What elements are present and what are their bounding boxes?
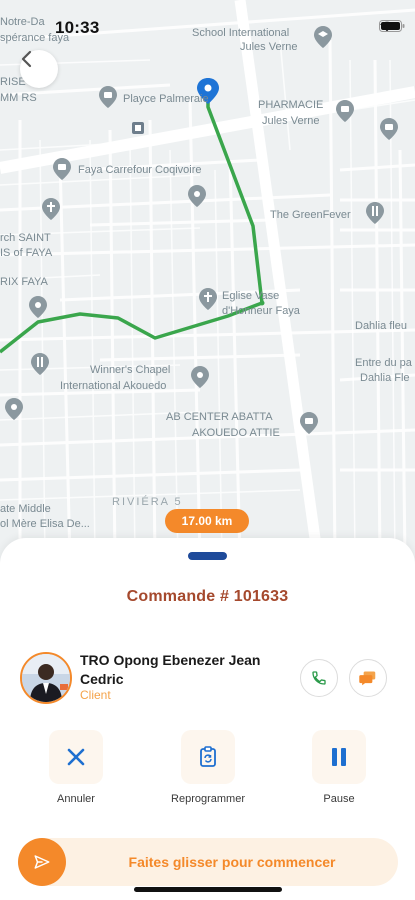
map-label: RIVIÉRA 5 bbox=[112, 496, 183, 508]
home-indicator bbox=[134, 887, 282, 892]
place-poi-icon bbox=[29, 296, 47, 318]
restaurant-poi-icon bbox=[31, 353, 49, 375]
sheet-drag-handle[interactable] bbox=[188, 552, 227, 560]
map-label: Dahlia Fle bbox=[360, 372, 410, 384]
church-poi-icon bbox=[42, 198, 60, 220]
map-label: RIX FAYA bbox=[0, 276, 48, 288]
cancel-label: Annuler bbox=[57, 793, 95, 805]
map-label: Eglise Vase bbox=[222, 290, 280, 302]
pause-action[interactable]: Pause bbox=[294, 730, 384, 805]
reschedule-label: Reprogrammer bbox=[171, 793, 245, 805]
order-bottom-sheet: Commande # 101633 TRO Opong Ebenezer Jea… bbox=[0, 538, 415, 900]
message-client-button[interactable] bbox=[349, 659, 387, 697]
map-label: rch SAINT bbox=[0, 232, 51, 244]
clipboard-refresh-icon bbox=[200, 746, 216, 767]
place-poi-icon bbox=[188, 185, 206, 207]
map-label: IS of FAYA bbox=[0, 247, 53, 259]
map-label: International Akouedo bbox=[60, 380, 167, 392]
distance-badge: 17.00 km bbox=[165, 509, 249, 533]
client-name: TRO Opong Ebenezer Jean Cedric bbox=[80, 652, 261, 687]
map-label: AKOUEDO ATTIE bbox=[192, 427, 280, 439]
map-label: PHARMACIE bbox=[258, 99, 324, 111]
avatar-photo bbox=[22, 654, 70, 702]
status-time: 10:33 bbox=[55, 18, 100, 37]
shop-poi-icon bbox=[53, 158, 71, 180]
map-label: MM RS bbox=[0, 92, 37, 104]
call-client-button[interactable] bbox=[300, 659, 338, 697]
send-icon bbox=[34, 855, 50, 869]
map-label: d'Honneur Faya bbox=[222, 305, 300, 317]
map-label: ol Mère Elisa De... bbox=[0, 518, 90, 530]
map-label: Faya Carrefour Coqivoire bbox=[78, 164, 202, 176]
map-label: Notre-Da bbox=[0, 16, 45, 28]
chevron-left-icon bbox=[21, 50, 32, 68]
back-button[interactable] bbox=[20, 50, 58, 88]
client-role: Client bbox=[80, 688, 111, 702]
place-poi-icon bbox=[191, 366, 209, 388]
map-label: Entre du pa bbox=[355, 357, 412, 369]
reschedule-button[interactable] bbox=[181, 730, 235, 784]
cancel-action[interactable]: Annuler bbox=[31, 730, 121, 805]
order-title: Commande # 101633 bbox=[126, 588, 289, 605]
map-view[interactable]: Notre-Da spérance faya School Internatio… bbox=[0, 0, 415, 560]
phone-icon bbox=[312, 671, 326, 685]
pause-button[interactable] bbox=[312, 730, 366, 784]
pause-icon bbox=[332, 748, 346, 766]
pharmacy-poi-icon bbox=[336, 100, 354, 122]
reschedule-action[interactable]: Reprogrammer bbox=[163, 730, 253, 805]
cancel-button[interactable] bbox=[49, 730, 103, 784]
shop-poi-icon bbox=[380, 118, 398, 140]
map-label: Jules Verne bbox=[240, 41, 298, 53]
church-poi-icon bbox=[199, 288, 217, 310]
map-label: The GreenFever bbox=[270, 209, 351, 221]
map-label: School International bbox=[192, 27, 290, 39]
chat-icon bbox=[359, 671, 376, 686]
map-streets bbox=[0, 0, 415, 560]
restaurant-poi-icon bbox=[366, 202, 384, 224]
slider-knob[interactable] bbox=[18, 838, 66, 886]
map-label: Winner's Chapel bbox=[90, 364, 171, 376]
client-avatar bbox=[20, 652, 72, 704]
map-label: Playce Palmeraie bbox=[123, 93, 209, 105]
battery-icon bbox=[379, 20, 405, 32]
map-label: Jules Verne bbox=[262, 115, 320, 127]
shop-poi-icon bbox=[300, 412, 318, 434]
close-icon bbox=[67, 748, 85, 766]
school-poi-icon bbox=[314, 26, 332, 48]
map-label: Dahlia fleu bbox=[355, 320, 407, 332]
pause-label: Pause bbox=[323, 793, 355, 805]
place-poi-icon bbox=[5, 398, 23, 420]
shop-poi-icon bbox=[99, 86, 117, 108]
slider-label: Faites glisser pour commencer bbox=[128, 854, 336, 870]
map-label: ate Middle bbox=[0, 503, 51, 515]
map-label: AB CENTER ABATTA bbox=[166, 411, 273, 423]
slide-to-start[interactable]: Faites glisser pour commencer bbox=[18, 838, 398, 886]
